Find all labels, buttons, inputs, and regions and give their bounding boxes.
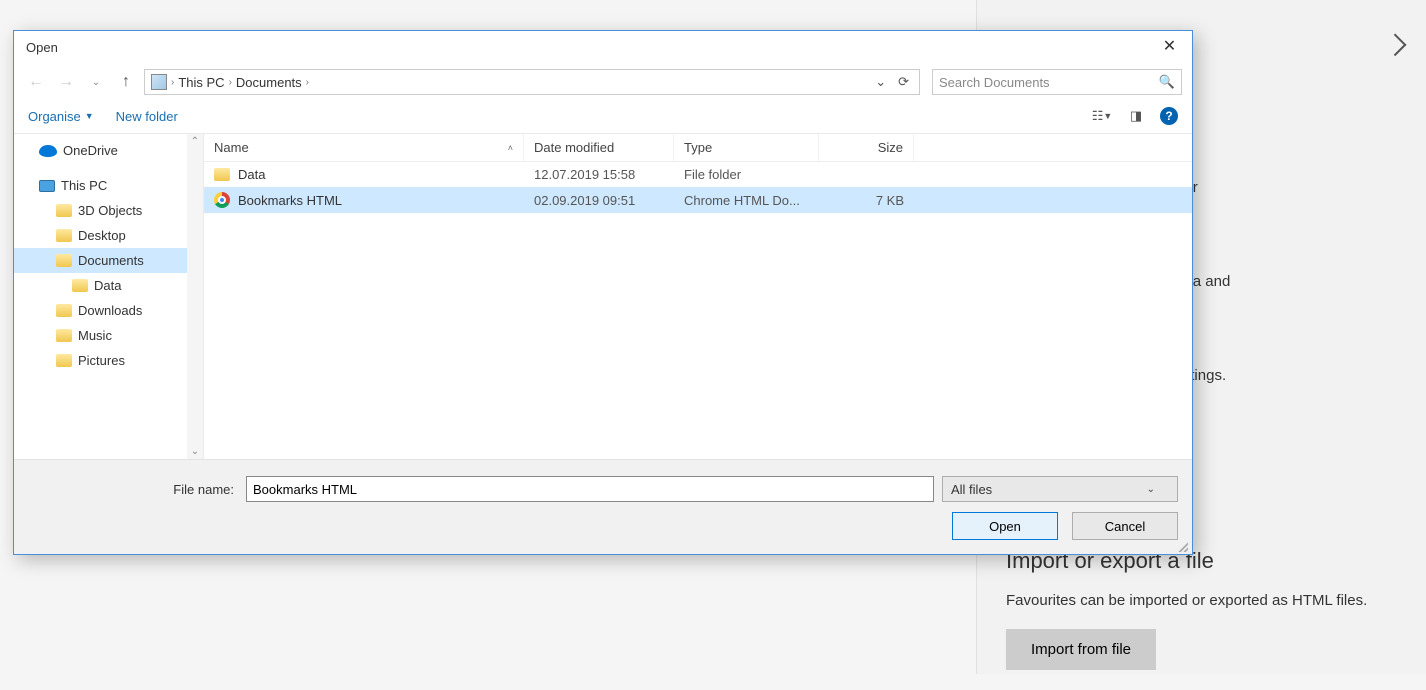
folder-icon — [56, 229, 72, 242]
chevron-down-icon: ▼ — [85, 111, 94, 121]
search-placeholder: Search Documents — [939, 75, 1050, 90]
search-box[interactable]: Search Documents 🔍 — [932, 69, 1182, 95]
open-button[interactable]: Open — [952, 512, 1058, 540]
sidebar-label: This PC — [61, 178, 107, 193]
organise-label: Organise — [28, 109, 81, 124]
file-date: 12.07.2019 15:58 — [524, 162, 674, 187]
preview-pane-icon[interactable]: ◨ — [1126, 108, 1146, 124]
crumb-thispc[interactable]: This PC — [178, 75, 224, 90]
sidebar-item-thispc[interactable]: This PC — [14, 173, 203, 198]
sidebar-label: 3D Objects — [78, 203, 142, 218]
organise-menu[interactable]: Organise ▼ — [28, 109, 94, 124]
new-folder-button[interactable]: New folder — [116, 109, 178, 124]
sidebar-item-downloads[interactable]: Downloads — [14, 298, 203, 323]
refresh-icon[interactable]: ⟳ — [894, 74, 913, 90]
col-header-size[interactable]: Size — [819, 134, 914, 161]
crumb-documents[interactable]: Documents — [236, 75, 302, 90]
help-icon[interactable]: ? — [1160, 107, 1178, 125]
folder-icon — [56, 354, 72, 367]
sidebar-item-desktop[interactable]: Desktop — [14, 223, 203, 248]
sidebar-label: OneDrive — [63, 143, 118, 158]
pin-icon[interactable] — [1390, 30, 1406, 56]
folder-icon — [56, 204, 72, 217]
sidebar-item-3dobjects[interactable]: 3D Objects — [14, 198, 203, 223]
sidebar-scrollbar[interactable] — [187, 134, 203, 459]
filename-input[interactable] — [246, 476, 934, 502]
back-arrow-icon[interactable]: ← — [24, 70, 48, 94]
chrome-icon — [214, 192, 230, 208]
cancel-button[interactable]: Cancel — [1072, 512, 1178, 540]
sidebar-label: Pictures — [78, 353, 125, 368]
col-header-type[interactable]: Type — [674, 134, 819, 161]
sidebar-label: Desktop — [78, 228, 126, 243]
file-list: Name ˄ Date modified Type Size Data 12.0… — [204, 134, 1192, 459]
breadcrumb-dropdown-icon[interactable]: ⌄ — [871, 74, 890, 90]
dialog-titlebar: Open ✕ — [14, 31, 1192, 63]
chevron-right-icon: › — [306, 77, 309, 88]
file-filter-select[interactable]: All files ⌄ — [942, 476, 1178, 502]
file-size — [819, 170, 914, 180]
folder-icon — [56, 254, 72, 267]
import-from-file-button[interactable]: Import from file — [1006, 629, 1156, 670]
sidebar-item-onedrive[interactable]: OneDrive — [14, 138, 203, 163]
folder-icon — [214, 168, 230, 181]
dialog-toolbar: Organise ▼ New folder ☷ ▼ ◨ ? — [14, 101, 1192, 134]
dialog-navbar: ← → ⌄ ↑ › This PC › Documents › ⌄ ⟳ Sear… — [14, 63, 1192, 101]
chevron-right-icon: › — [171, 77, 174, 88]
filename-label: File name: — [28, 482, 238, 497]
col-header-date[interactable]: Date modified — [524, 134, 674, 161]
breadcrumb-bar[interactable]: › This PC › Documents › ⌄ ⟳ — [144, 69, 920, 95]
view-options-icon[interactable]: ☷ ▼ — [1092, 108, 1112, 124]
sidebar-label: Downloads — [78, 303, 142, 318]
file-type: File folder — [674, 162, 819, 187]
folder-icon — [72, 279, 88, 292]
search-icon[interactable]: 🔍 — [1159, 74, 1175, 90]
col-label: Name — [214, 140, 249, 155]
open-file-dialog: Open ✕ ← → ⌄ ↑ › This PC › Documents › ⌄… — [13, 30, 1193, 555]
file-name: Bookmarks HTML — [238, 193, 342, 208]
file-type: Chrome HTML Do... — [674, 188, 819, 213]
sidebar-item-documents[interactable]: Documents — [14, 248, 203, 273]
sidebar-label: Music — [78, 328, 112, 343]
filter-label: All files — [951, 482, 992, 497]
chevron-right-icon: › — [229, 77, 232, 88]
sidebar-label: Data — [94, 278, 121, 293]
sidebar-label: Documents — [78, 253, 144, 268]
file-size: 7 KB — [819, 188, 914, 213]
dialog-footer: File name: All files ⌄ Open Cancel — [14, 459, 1192, 554]
breadcrumb-root-icon — [151, 74, 167, 90]
sort-asc-icon: ˄ — [508, 143, 513, 153]
recent-chevron-icon[interactable]: ⌄ — [84, 70, 108, 94]
file-date: 02.09.2019 09:51 — [524, 188, 674, 213]
dialog-title: Open — [26, 40, 58, 55]
column-headers: Name ˄ Date modified Type Size — [204, 134, 1192, 162]
resize-grip-icon[interactable] — [1176, 540, 1188, 552]
folder-icon — [56, 329, 72, 342]
thispc-icon — [39, 180, 55, 192]
up-arrow-icon[interactable]: ↑ — [114, 70, 138, 94]
onedrive-icon — [39, 145, 57, 157]
file-row[interactable]: Bookmarks HTML 02.09.2019 09:51 Chrome H… — [204, 187, 1192, 213]
close-button[interactable]: ✕ — [1147, 32, 1192, 62]
forward-arrow-icon[interactable]: → — [54, 70, 78, 94]
file-name: Data — [238, 167, 265, 182]
folder-icon — [56, 304, 72, 317]
navigation-tree: OneDrive This PC 3D Objects Desktop Docu… — [14, 134, 204, 459]
sidebar-item-music[interactable]: Music — [14, 323, 203, 348]
sidebar-item-pictures[interactable]: Pictures — [14, 348, 203, 373]
sidebar-item-data[interactable]: Data — [14, 273, 203, 298]
bg-subtext: Favourites can be imported or exported a… — [1006, 592, 1406, 609]
chevron-down-icon: ⌄ — [1147, 484, 1155, 495]
col-header-name[interactable]: Name ˄ — [204, 134, 524, 161]
file-row[interactable]: Data 12.07.2019 15:58 File folder — [204, 162, 1192, 187]
